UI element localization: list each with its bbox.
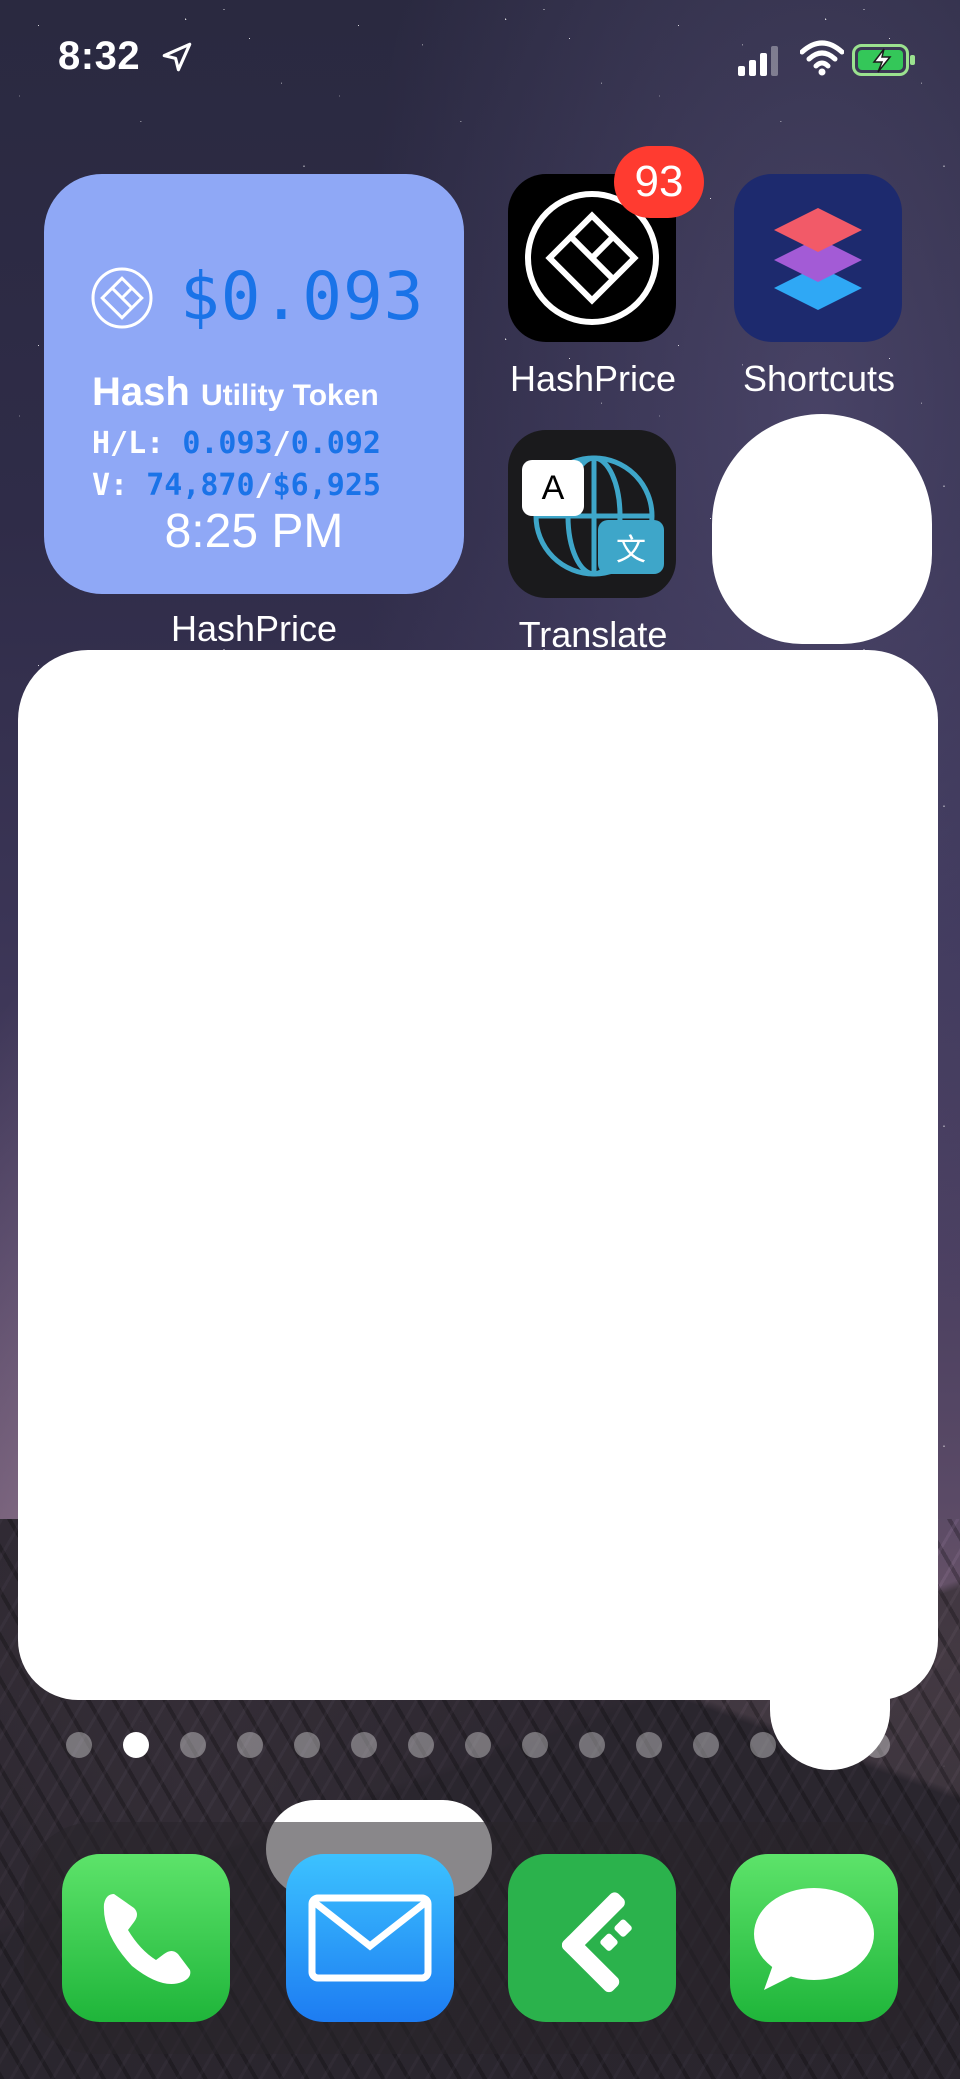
volume-label: V:	[92, 468, 129, 503]
hash-logo-icon	[91, 267, 153, 329]
volume-separator: /	[254, 468, 273, 503]
widget-label: HashPrice	[170, 608, 338, 649]
wifi-icon	[800, 40, 844, 76]
battery-charging-icon	[852, 44, 915, 76]
page-dot[interactable]	[351, 1732, 377, 1758]
dock-app-feedly[interactable]	[508, 1854, 676, 2022]
message-bubble-icon	[754, 1888, 874, 1990]
status-bar: 8:32	[0, 0, 960, 120]
low-value: 0.092	[290, 426, 381, 461]
page-dot[interactable]	[579, 1732, 605, 1758]
app-translate[interactable]: A 文 Translate	[508, 430, 678, 655]
feedly-icon	[561, 1892, 632, 1993]
page-dot[interactable]	[237, 1732, 263, 1758]
high-value: 0.093	[182, 426, 273, 461]
shortcuts-app-icon	[734, 174, 902, 342]
page-dot[interactable]	[180, 1732, 206, 1758]
bubble-a-glyph: A	[541, 468, 565, 507]
widget-updated-time: 8:25 PM	[164, 505, 344, 558]
hashprice-widget[interactable]: $0.093 Hash Utility Token H/L: 0.093/0.0…	[44, 174, 464, 594]
page-dot[interactable]	[66, 1732, 92, 1758]
clock-time: 8:32	[58, 34, 141, 78]
high-low-row: H/L: 0.093/0.092	[92, 426, 381, 461]
page-dot[interactable]	[807, 1732, 833, 1758]
dock-app-messages[interactable]	[730, 1854, 898, 2022]
page-dot[interactable]	[750, 1732, 776, 1758]
shortcuts-icon	[774, 208, 862, 310]
token-title: Hash Utility Token	[92, 370, 379, 415]
page-dot[interactable]	[294, 1732, 320, 1758]
page-dot[interactable]	[693, 1732, 719, 1758]
app-shortcuts[interactable]: Shortcuts	[734, 174, 904, 399]
page-dot[interactable]	[864, 1732, 890, 1758]
page-dot[interactable]	[636, 1732, 662, 1758]
redaction-small	[712, 414, 932, 644]
volume-row: V: 74,870/$6,925	[92, 468, 381, 503]
cellular-signal-icon	[738, 46, 778, 76]
high-low-separator: /	[272, 426, 291, 461]
page-dot[interactable]	[465, 1732, 491, 1758]
translate-app-icon: A 文	[508, 430, 676, 598]
phone-icon	[103, 1894, 191, 1984]
notification-badge: 93	[614, 146, 704, 218]
token-name: Hash	[92, 370, 190, 414]
page-dot[interactable]	[408, 1732, 434, 1758]
volume-usd-value: $6,925	[272, 468, 381, 503]
volume-value: 74,870	[146, 468, 255, 503]
high-low-label: H/L:	[92, 426, 165, 461]
hashprice-app-icon: 93	[508, 146, 704, 342]
dock-app-phone[interactable]	[62, 1854, 230, 2022]
page-indicator[interactable]	[66, 1732, 890, 1758]
location-arrow-icon	[162, 42, 192, 72]
app-label: Shortcuts	[742, 358, 896, 399]
dock-app-mail[interactable]	[286, 1854, 454, 2022]
speech-bubble-translation-icon: 文	[598, 520, 664, 574]
token-price: $0.093	[180, 258, 425, 335]
token-subtitle: Utility Token	[200, 379, 379, 412]
bubble-b-glyph: 文	[616, 534, 646, 567]
app-hashprice[interactable]: 93 HashPrice	[508, 146, 704, 399]
speech-bubble-a-icon: A	[522, 460, 584, 516]
page-dot[interactable]	[522, 1732, 548, 1758]
mail-envelope-icon	[308, 1894, 432, 1982]
redaction-large	[18, 650, 938, 1700]
page-dot[interactable]	[123, 1732, 149, 1758]
